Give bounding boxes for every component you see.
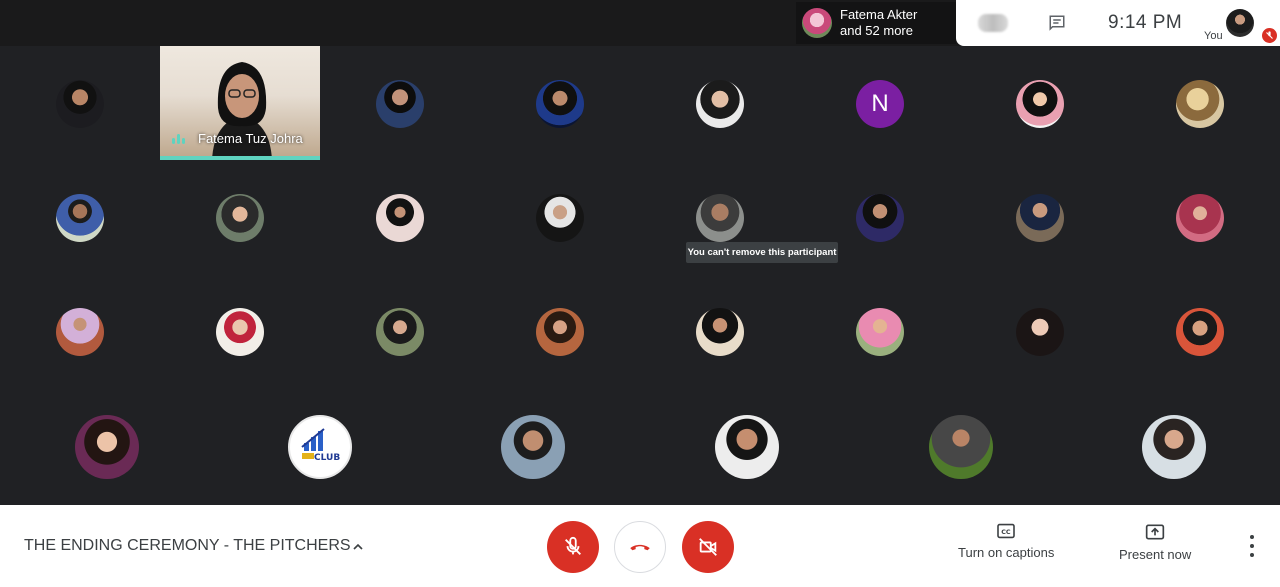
participant-avatar[interactable]	[376, 194, 424, 242]
present-now-button[interactable]: Present now	[1119, 523, 1191, 562]
participant-avatar[interactable]	[536, 308, 584, 356]
self-label: You	[1204, 30, 1223, 42]
participant-avatar[interactable]	[1176, 194, 1224, 242]
participant-avatar[interactable]	[929, 415, 993, 479]
participant-avatar[interactable]	[1142, 415, 1206, 479]
mic-toggle-button[interactable]	[547, 521, 599, 573]
end-call-icon	[630, 544, 650, 551]
presenter-indicator[interactable]: Fatema Akter and 52 more	[796, 2, 956, 44]
mic-off-badge-icon	[1262, 28, 1277, 43]
participant-avatar[interactable]	[1016, 194, 1064, 242]
participant-avatar[interactable]	[216, 308, 264, 356]
bottom-control-bar: THE ENDING CEREMONY - THE PITCHERS CC Tu…	[0, 505, 1280, 587]
mic-off-icon	[565, 536, 581, 555]
camera-off-icon	[699, 538, 717, 556]
captions-icon: CC	[997, 523, 1015, 539]
participant-avatar[interactable]	[536, 194, 584, 242]
club-logo-avatar[interactable]: CLUB	[288, 415, 352, 479]
speaking-indicator-icon	[172, 134, 185, 144]
blurred-meeting-code	[978, 14, 1008, 32]
present-label: Present now	[1119, 547, 1192, 562]
participant-avatar[interactable]	[715, 415, 779, 479]
participant-avatar[interactable]	[216, 194, 264, 242]
self-avatar	[1226, 9, 1254, 37]
presenter-name: Fatema Akter	[840, 7, 918, 22]
participant-avatar[interactable]	[1176, 80, 1224, 128]
presenter-more: and 52 more	[840, 23, 913, 38]
participant-avatar[interactable]	[56, 308, 104, 356]
participant-avatar[interactable]	[536, 80, 584, 128]
chevron-up-icon[interactable]	[350, 539, 366, 555]
leave-call-button[interactable]	[614, 521, 666, 573]
participant-avatar[interactable]	[696, 194, 744, 242]
meeting-title[interactable]: THE ENDING CEREMONY - THE PITCHERS	[24, 537, 351, 555]
club-logo-icon	[301, 428, 325, 459]
participant-avatar[interactable]	[376, 308, 424, 356]
participant-avatar[interactable]	[1016, 308, 1064, 356]
participant-avatar[interactable]	[856, 308, 904, 356]
participant-avatar[interactable]	[501, 415, 565, 479]
svg-text:CC: CC	[1001, 528, 1011, 536]
participant-video-tile[interactable]: Fatema Tuz Johra	[160, 46, 320, 160]
participant-avatar[interactable]	[696, 308, 744, 356]
captions-label: Turn on captions	[958, 545, 1055, 560]
participant-avatar[interactable]	[56, 80, 104, 128]
camera-toggle-button[interactable]	[682, 521, 734, 573]
presenter-text: Fatema Akter and 52 more	[840, 7, 917, 39]
presenter-avatar	[802, 8, 832, 38]
meet-window: Fatema Akter and 52 more 9:14 PM You Fat…	[0, 0, 1280, 587]
self-view[interactable]: You	[1202, 6, 1278, 46]
participant-avatar[interactable]	[376, 80, 424, 128]
meeting-clock: 9:14 PM	[1108, 12, 1183, 33]
participant-avatar[interactable]	[56, 194, 104, 242]
club-logo-text: CLUB	[314, 453, 341, 463]
participant-avatar-initial[interactable]: N	[856, 80, 904, 128]
remove-participant-tooltip: You can't remove this participant	[686, 242, 838, 263]
participant-avatar[interactable]	[1016, 80, 1064, 128]
participant-avatar[interactable]	[696, 80, 744, 128]
participant-avatar[interactable]	[1176, 308, 1224, 356]
participant-avatar[interactable]	[75, 415, 139, 479]
present-icon	[1145, 524, 1165, 540]
captions-button[interactable]: CC Turn on captions	[958, 523, 1054, 560]
participant-avatar[interactable]	[856, 194, 904, 242]
more-vert-icon[interactable]	[1244, 535, 1260, 557]
participant-name: Fatema Tuz Johra	[198, 131, 303, 146]
chat-icon[interactable]	[1046, 12, 1068, 34]
